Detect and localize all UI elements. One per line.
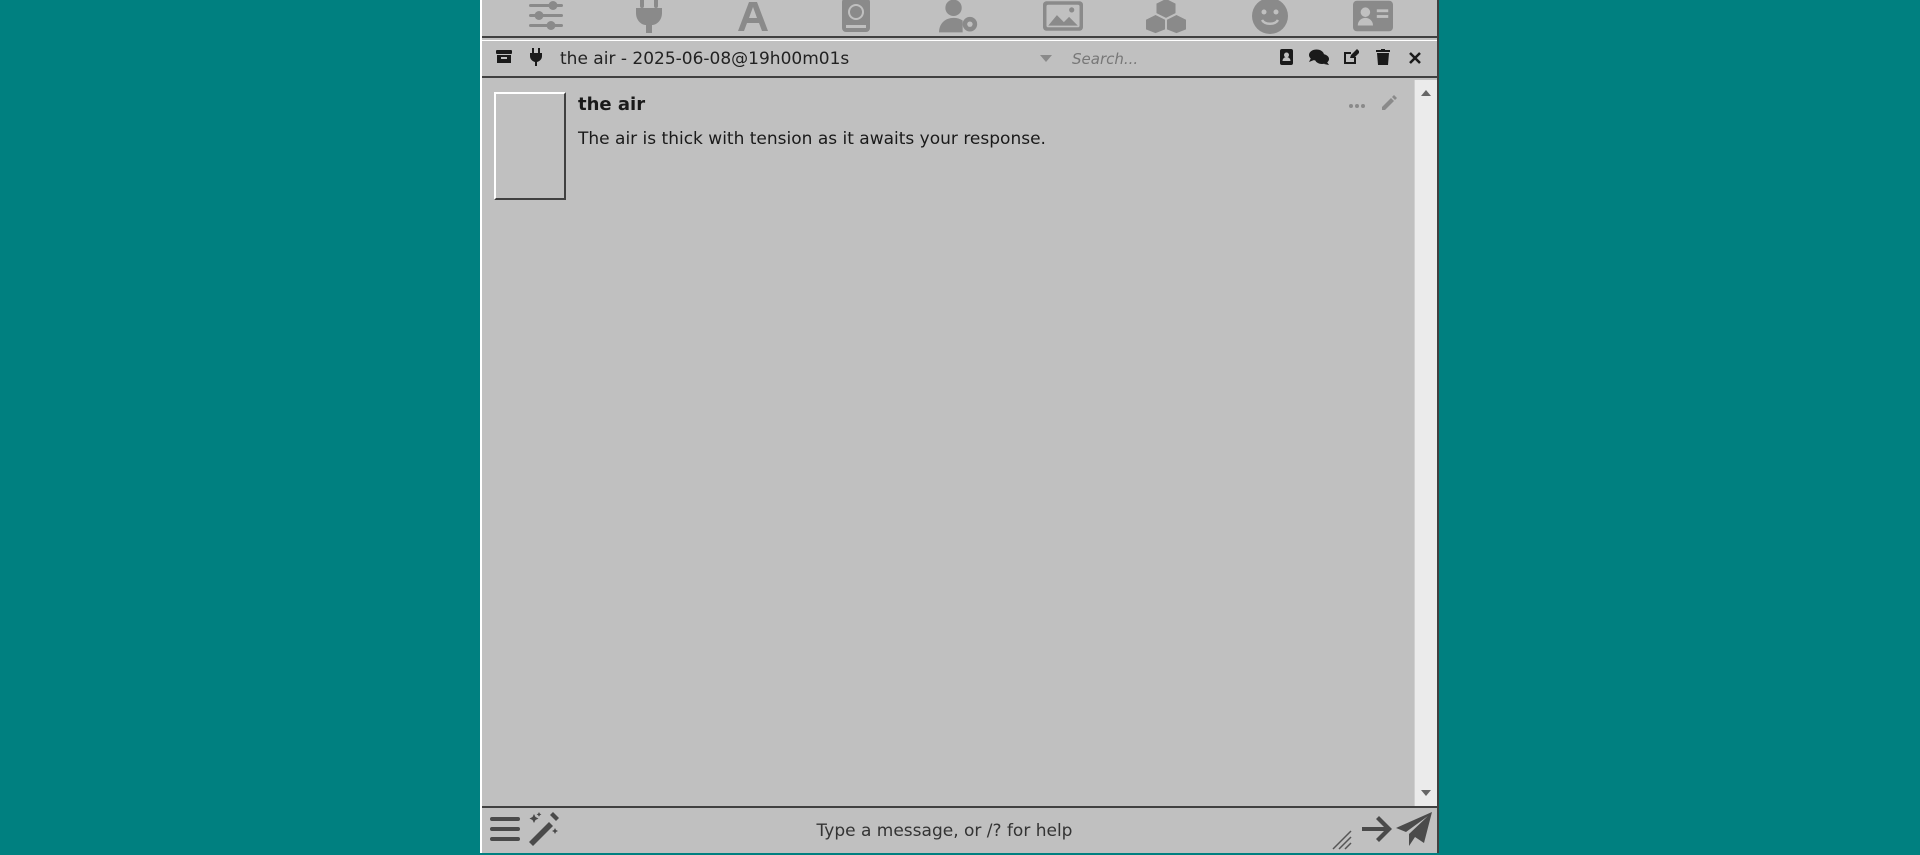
user-gear-icon[interactable] — [939, 0, 979, 36]
options-menu-button[interactable] — [486, 811, 524, 851]
message-text: The air is thick with tension as it awai… — [578, 129, 1046, 149]
sliders-icon[interactable] — [526, 0, 566, 36]
close-chat-button[interactable] — [1399, 43, 1431, 75]
message-scrollbar[interactable] — [1414, 80, 1437, 806]
message-author-name: the air — [578, 94, 646, 115]
hamburger-icon — [490, 815, 520, 847]
paper-plane-icon — [1396, 811, 1432, 850]
plug-icon — [529, 47, 543, 70]
delete-chat-button[interactable] — [1367, 43, 1399, 75]
ellipsis-icon — [1348, 94, 1366, 113]
message-options-button[interactable] — [1348, 94, 1366, 113]
smile-icon[interactable] — [1250, 0, 1290, 36]
chevron-down-icon[interactable] — [1040, 55, 1052, 62]
archive-icon — [496, 49, 512, 68]
book-atlas-icon[interactable] — [836, 0, 876, 36]
avatar[interactable] — [494, 92, 566, 200]
comments-icon — [1309, 49, 1329, 69]
message-edit-button[interactable] — [1380, 94, 1398, 116]
input-bar — [482, 806, 1437, 853]
magic-wand-icon — [525, 811, 561, 850]
address-book-icon — [1280, 48, 1294, 69]
address-card-icon[interactable] — [1353, 0, 1394, 36]
continue-button[interactable] — [1357, 811, 1395, 851]
pencil-icon — [1380, 95, 1398, 116]
chat-header: the air - 2025-06-08@19h00m01s Search... — [482, 40, 1437, 78]
font-icon[interactable] — [733, 0, 773, 36]
message-input[interactable] — [562, 810, 1327, 851]
cubes-icon[interactable] — [1146, 0, 1187, 36]
extensions-wand-button[interactable] — [524, 811, 562, 851]
chat-search-input[interactable]: Search... — [1072, 50, 1262, 68]
trash-icon — [1376, 48, 1390, 69]
arrow-right-icon — [1360, 815, 1392, 847]
plug-button[interactable] — [520, 43, 552, 75]
chat-title[interactable]: the air - 2025-06-08@19h00m01s — [560, 49, 1040, 69]
chat-window: the air - 2025-06-08@19h00m01s Search... — [480, 0, 1439, 853]
scroll-up-arrow-icon[interactable] — [1421, 90, 1431, 96]
archive-button[interactable] — [488, 43, 520, 75]
image-icon[interactable] — [1042, 0, 1083, 36]
send-button[interactable] — [1395, 811, 1433, 851]
edit-icon — [1343, 48, 1360, 69]
chats-button[interactable] — [1303, 43, 1335, 75]
scroll-down-arrow-icon[interactable] — [1421, 790, 1431, 796]
message-list: the air The air is thick with tension as… — [482, 80, 1414, 806]
close-icon — [1409, 49, 1421, 68]
plug-icon[interactable] — [629, 0, 669, 36]
resize-grip-icon[interactable] — [1327, 825, 1353, 851]
top-nav-bar — [482, 0, 1437, 38]
rename-chat-button[interactable] — [1335, 43, 1367, 75]
character-card-button[interactable] — [1271, 43, 1303, 75]
